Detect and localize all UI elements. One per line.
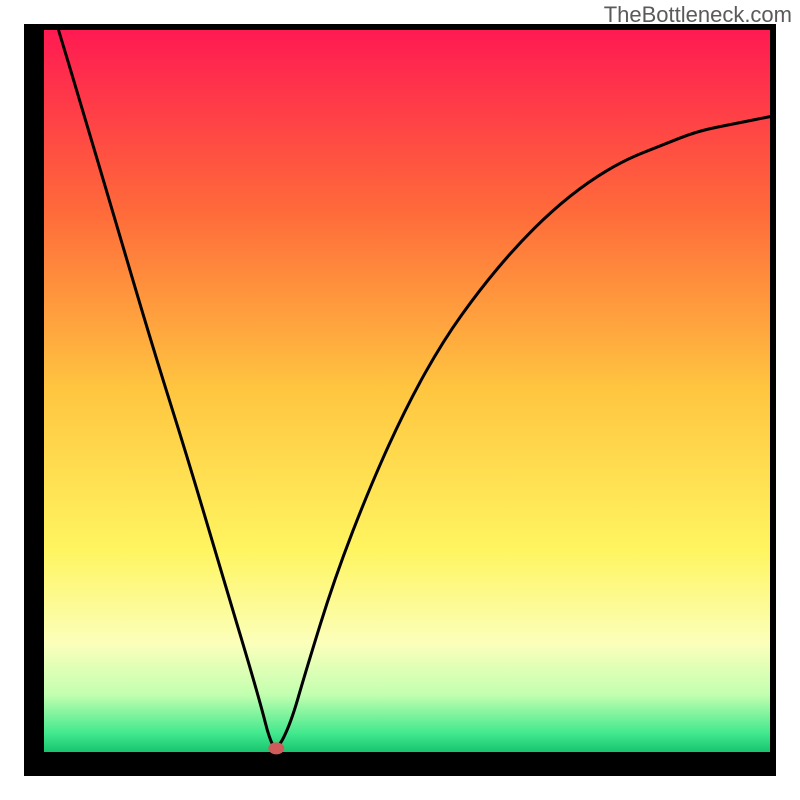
chart-container: TheBottleneck.com	[0, 0, 800, 800]
chart-svg	[24, 24, 776, 776]
marker-dot	[268, 742, 284, 754]
plot-frame	[24, 24, 776, 776]
watermark-text: TheBottleneck.com	[604, 2, 792, 28]
plot-background	[44, 30, 770, 752]
